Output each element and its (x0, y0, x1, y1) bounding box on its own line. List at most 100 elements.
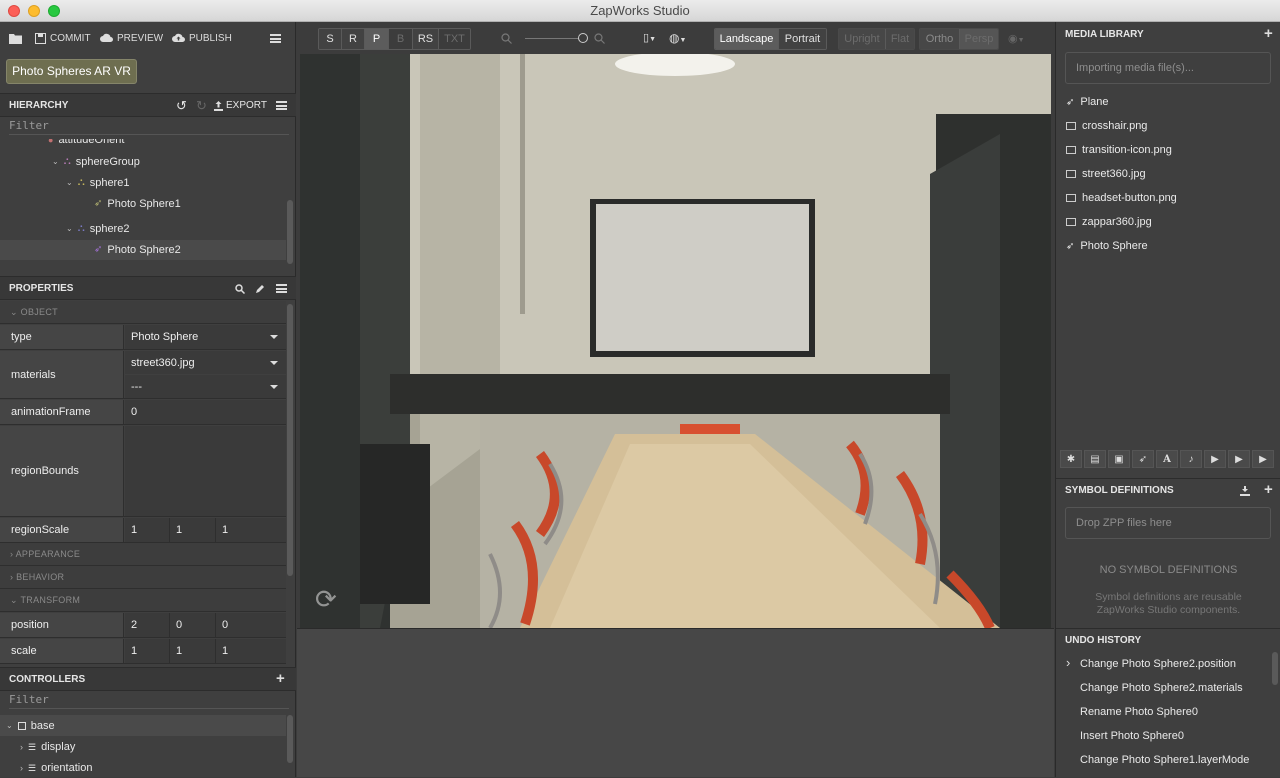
section-transform[interactable]: ⌄ TRANSFORM (0, 589, 286, 612)
zoom-slider-track[interactable] (525, 38, 581, 39)
undo-item[interactable]: Rename Photo Sphere0 (1080, 706, 1198, 718)
commit-button[interactable]: COMMIT (35, 30, 91, 46)
filter-video-icon[interactable]: ▶ (1204, 450, 1226, 468)
persp-button[interactable]: Persp (960, 29, 998, 49)
regionscale-z-input[interactable]: 1 (216, 518, 286, 542)
publish-button[interactable]: PUBLISH (172, 30, 232, 46)
section-appearance[interactable]: › APPEARANCE (0, 543, 286, 566)
filter-video2-icon[interactable]: ▶ (1228, 450, 1250, 468)
mode-txt-button[interactable]: TXT (439, 29, 470, 49)
undo-icon[interactable]: ↺ (176, 94, 187, 118)
hierarchy-filter-input[interactable]: Filter (9, 117, 289, 135)
properties-header: PROPERTIES (0, 276, 296, 300)
tree-item-sphere1[interactable]: ⌄ ⛬ sphere1 (66, 173, 129, 193)
prop-row-animationframe: animationFrame 0 (0, 400, 286, 425)
tree-item-attitudeorient[interactable]: ● attitudeOrient (48, 139, 124, 150)
redo-icon[interactable]: ↻ (196, 94, 207, 118)
properties-scrollbar[interactable] (287, 304, 293, 576)
minimize-window-button[interactable] (28, 5, 40, 17)
filter-all-icon[interactable]: ✱ (1060, 450, 1082, 468)
mode-position-button[interactable]: P (365, 29, 389, 49)
zoom-in-icon[interactable] (594, 33, 605, 44)
media-item-plane[interactable]: ➶ Plane (1066, 92, 1109, 112)
preview-button[interactable]: PREVIEW (100, 30, 163, 46)
zoom-slider-handle[interactable] (578, 33, 588, 43)
search-icon[interactable] (235, 284, 245, 294)
undo-item[interactable]: Change Photo Sphere2.materials (1080, 682, 1243, 694)
scene-viewport[interactable]: ⟳ (300, 54, 1051, 628)
position-y-input[interactable]: 0 (170, 613, 216, 637)
hierarchy-scrollbar[interactable] (287, 200, 293, 264)
hierarchy-menu-icon[interactable] (276, 101, 287, 110)
media-item-transition-icon[interactable]: transition-icon.png (1066, 140, 1172, 160)
project-name-button[interactable]: Photo Spheres AR VR (6, 59, 137, 84)
tree-item-spheregroup[interactable]: ⌄ ⛬ sphereGroup (52, 152, 140, 172)
symbol-drop-zone[interactable]: Drop ZPP files here (1065, 507, 1271, 539)
section-behavior[interactable]: › BEHAVIOR (0, 566, 286, 589)
controller-item-orientation[interactable]: › ☰ orientation (20, 758, 92, 778)
zoom-out-icon[interactable] (501, 33, 512, 44)
materials-select-2[interactable]: --- (125, 375, 286, 398)
close-window-button[interactable] (8, 5, 20, 17)
scale-x-input[interactable]: 1 (125, 639, 170, 663)
media-item-zappar360[interactable]: zappar360.jpg (1066, 212, 1152, 232)
scale-z-input[interactable]: 1 (216, 639, 286, 663)
mode-rotate-button[interactable]: R (342, 29, 365, 49)
properties-menu-icon[interactable] (276, 284, 287, 293)
media-item-crosshair[interactable]: crosshair.png (1066, 116, 1147, 136)
image-icon (1066, 194, 1076, 202)
ortho-button[interactable]: Ortho (920, 29, 960, 49)
undo-history-scrollbar[interactable] (1272, 652, 1278, 685)
add-controller-icon[interactable]: + (276, 667, 285, 691)
undo-item[interactable]: Change Photo Sphere1.layerMode (1080, 754, 1249, 766)
mode-rs-button[interactable]: RS (413, 29, 439, 49)
filter-video3-icon[interactable]: ▶ (1252, 450, 1274, 468)
flat-button[interactable]: Flat (886, 29, 914, 49)
regionscale-x-input[interactable]: 1 (125, 518, 170, 542)
filter-file-icon[interactable]: ▤ (1084, 450, 1106, 468)
controllers-scrollbar[interactable] (287, 715, 293, 763)
add-media-icon[interactable]: + (1264, 22, 1273, 46)
refresh-icon[interactable]: ⟳ (315, 584, 337, 615)
upright-button[interactable]: Upright (839, 29, 886, 49)
mode-scale-button[interactable]: S (319, 29, 342, 49)
tree-item-label: Photo Sphere2 (107, 244, 181, 256)
filter-image-icon[interactable]: ▣ (1108, 450, 1130, 468)
regionbounds-editor[interactable] (125, 426, 286, 516)
controller-item-display[interactable]: › ☰ display (20, 737, 75, 757)
tree-item-photo-sphere1[interactable]: ➶ Photo Sphere1 (94, 194, 181, 214)
visibility-select[interactable]: ◉▼ (1008, 32, 1025, 45)
media-item-street360[interactable]: street360.jpg (1066, 164, 1146, 184)
tree-item-photo-sphere2[interactable]: ➶ Photo Sphere2 (94, 240, 181, 260)
media-item-photo-sphere[interactable]: ➶ Photo Sphere (1066, 236, 1148, 256)
controllers-filter-input[interactable]: Filter (9, 691, 289, 709)
undo-item[interactable]: Insert Photo Sphere0 (1080, 730, 1184, 742)
position-x-input[interactable]: 2 (125, 613, 170, 637)
controller-item-base[interactable]: ⌄ base (6, 716, 55, 736)
undo-item[interactable]: Change Photo Sphere2.position (1080, 658, 1236, 670)
mode-b-button[interactable]: B (389, 29, 413, 49)
filter-object-icon[interactable]: ➶ (1132, 450, 1154, 468)
media-item-headset-button[interactable]: headset-button.png (1066, 188, 1177, 208)
maximize-window-button[interactable] (48, 5, 60, 17)
filter-audio-icon[interactable]: ♪ (1180, 450, 1202, 468)
type-select[interactable]: Photo Sphere (125, 325, 286, 349)
tree-item-sphere2[interactable]: ⌄ ⛬ sphere2 (66, 219, 129, 239)
pencil-icon[interactable] (255, 284, 265, 294)
position-z-input[interactable]: 0 (216, 613, 286, 637)
landscape-button[interactable]: Landscape (715, 29, 779, 49)
environment-select[interactable]: ◍▼ (669, 31, 686, 45)
section-object[interactable]: ⌄ OBJECT (0, 301, 286, 324)
open-folder-button[interactable] (9, 30, 22, 46)
add-symbol-icon[interactable]: + (1264, 478, 1273, 502)
export-button[interactable]: EXPORT (214, 94, 267, 118)
animationframe-input[interactable]: 0 (125, 400, 286, 424)
portrait-button[interactable]: Portrait (779, 29, 826, 49)
materials-select-1[interactable]: street360.jpg (125, 351, 286, 374)
main-menu-icon[interactable] (270, 34, 281, 43)
scale-y-input[interactable]: 1 (170, 639, 216, 663)
regionscale-y-input[interactable]: 1 (170, 518, 216, 542)
device-select[interactable]: ▯▼ (643, 31, 656, 44)
download-icon[interactable] (1240, 486, 1250, 496)
filter-font-icon[interactable]: A (1156, 450, 1178, 468)
